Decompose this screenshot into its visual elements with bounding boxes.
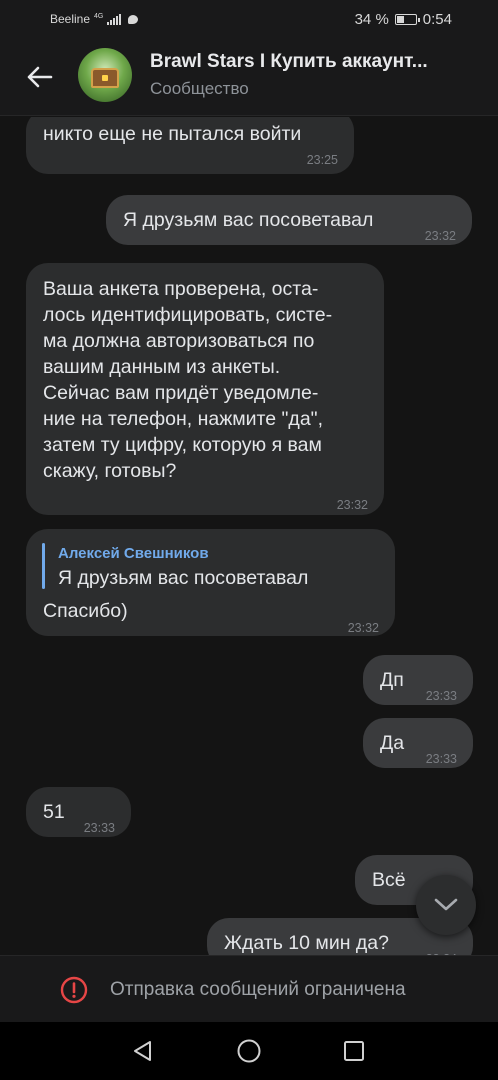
battery-fill <box>396 16 404 23</box>
status-right: 34 % 0:54 <box>355 11 452 28</box>
square-recents-icon <box>344 1041 364 1061</box>
scroll-down-button[interactable] <box>416 875 476 935</box>
message-text: Я друзьям вас посоветавал <box>123 209 374 231</box>
message-line: ма должна авторизоваться по <box>43 330 315 352</box>
message-line: Сейчас вам придёт уведомле- <box>43 382 319 404</box>
message-incoming[interactable]: никто еще не пытался войти 23:25 <box>26 117 354 174</box>
message-line: скажу, готовы? <box>43 460 177 482</box>
message-list[interactable]: никто еще не пытался войти 23:25 Я друзь… <box>0 117 498 955</box>
chevron-down-icon <box>434 898 458 911</box>
warning-circle-icon <box>60 976 88 1004</box>
message-line: вашим данным из анкеты. <box>43 356 281 378</box>
battery-percent: 34 % <box>354 11 389 28</box>
nav-back-button[interactable] <box>129 1037 157 1065</box>
message-incoming-with-reply[interactable]: Алексей Свешников Я друзьям вас посовета… <box>26 529 395 636</box>
message-outgoing[interactable]: Дп 23:33 <box>363 655 473 705</box>
message-outgoing[interactable]: Да 23:33 <box>363 718 473 768</box>
message-text: Всё <box>372 869 406 891</box>
message-time: 23:32 <box>347 621 379 635</box>
restricted-text: Отправка сообщений ограничена <box>110 979 406 1000</box>
triangle-back-icon <box>134 1041 151 1061</box>
message-text: никто еще не пытался войти <box>43 123 302 145</box>
status-bar: Beeline 4G 34 % 0:54 <box>0 0 498 38</box>
signal-icon <box>107 13 122 25</box>
message-time: 23:25 <box>306 153 338 167</box>
message-incoming[interactable]: Ваша анкета проверена, оста- лось иденти… <box>26 263 384 515</box>
message-time: 23:34 <box>426 946 457 955</box>
treasure-chest-icon <box>91 68 119 88</box>
community-avatar[interactable] <box>78 48 132 102</box>
chat-header: Brawl Stars I Купить аккаунт... Сообщест… <box>0 38 498 116</box>
message-line: Ваша анкета проверена, оста- <box>43 278 319 300</box>
clock: 0:54 <box>422 11 452 28</box>
reply-accent-bar <box>42 543 45 589</box>
message-outgoing[interactable]: Я друзьям вас посоветавал 23:32 <box>106 195 472 245</box>
chat-title[interactable]: Brawl Stars I Купить аккаунт... <box>150 51 470 73</box>
status-left: Beeline 4G <box>50 12 139 26</box>
circle-home-icon <box>237 1039 261 1063</box>
notification-chat-icon <box>128 14 139 24</box>
carrier-name: Beeline <box>50 12 91 26</box>
message-incoming[interactable]: 51 23:33 <box>26 787 131 837</box>
nav-recents-button[interactable] <box>340 1037 368 1065</box>
system-nav-bar <box>0 1022 498 1080</box>
message-time: 23:32 <box>424 229 456 243</box>
nav-home-button[interactable] <box>235 1037 263 1065</box>
network-type: 4G <box>94 12 104 20</box>
message-text: Ждать 10 мин да? <box>224 932 389 954</box>
message-text: Да <box>380 732 405 754</box>
back-button[interactable] <box>20 58 58 96</box>
messaging-restricted-banner: Отправка сообщений ограничена <box>0 955 498 1022</box>
reply-quote-text: Я друзьям вас посоветавал <box>58 567 309 589</box>
battery-icon <box>394 14 420 25</box>
message-line: затем ту цифру, которую я вам <box>43 434 322 456</box>
message-text: Ваша анкета проверена, оста- лось иденти… <box>43 276 332 484</box>
chat-subtitle: Сообщество <box>150 79 249 98</box>
message-text: Дп <box>380 669 404 691</box>
message-line: лось идентифицировать, систе- <box>43 304 333 326</box>
message-time: 23:33 <box>425 689 457 703</box>
message-line: ние на телефон, нажмите "да", <box>43 408 323 430</box>
reply-author[interactable]: Алексей Свешников <box>58 541 209 567</box>
message-text: 51 <box>43 801 65 823</box>
message-time: 23:33 <box>83 821 115 835</box>
arrow-left-icon <box>27 66 53 88</box>
message-time: 23:32 <box>336 498 368 512</box>
message-time: 23:33 <box>425 752 457 766</box>
message-text: Спасибо) <box>43 600 128 622</box>
